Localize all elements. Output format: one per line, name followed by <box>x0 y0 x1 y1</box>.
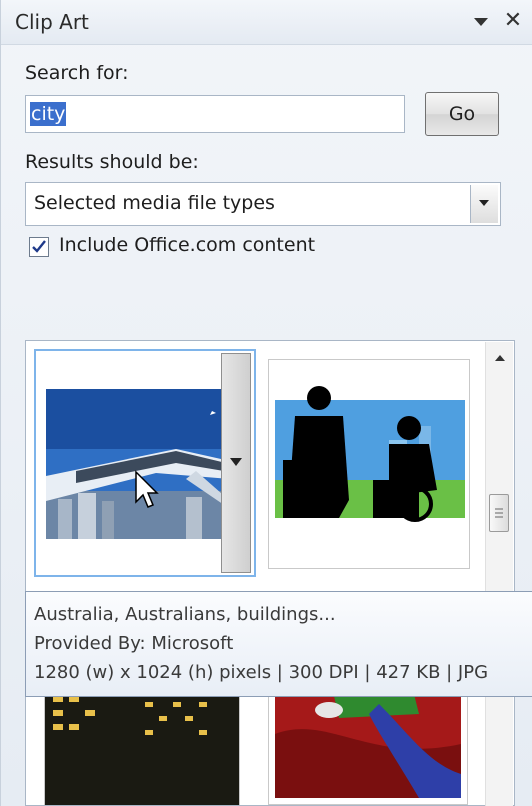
clip-info-tooltip: Australia, Australians, buildings... Pro… <box>25 591 532 697</box>
clip-item-business-silhouettes[interactable] <box>268 359 470 569</box>
close-icon[interactable]: ✕ <box>501 8 525 34</box>
tooltip-provider: Provided By: Microsoft <box>34 633 234 654</box>
tooltip-file-details: 1280 (w) x 1024 (h) pixels | 300 DPI | 4… <box>34 662 489 683</box>
pane-title-bar: Clip Art ✕ <box>1 0 532 45</box>
clip-art-pane: Clip Art ✕ Search for: city Go Results s… <box>0 0 532 806</box>
results-scrollbar[interactable] <box>485 342 513 806</box>
chevron-down-icon[interactable] <box>470 185 498 223</box>
checkmark-icon <box>32 240 46 253</box>
chevron-down-icon <box>230 458 242 466</box>
include-office-checkbox[interactable] <box>29 237 49 257</box>
business-silhouettes-image <box>275 386 465 522</box>
pane-options-icon[interactable] <box>471 12 491 32</box>
pane-title: Clip Art <box>15 10 89 34</box>
include-office-label[interactable]: Include Office.com content <box>59 234 315 256</box>
clip-results-list <box>25 340 515 806</box>
grip-icon <box>495 508 503 518</box>
tooltip-keywords: Australia, Australians, buildings... <box>34 604 336 625</box>
clip-item-dropdown-button[interactable] <box>221 353 251 573</box>
search-input-value: city <box>30 102 67 126</box>
search-input[interactable]: city <box>25 95 405 133</box>
go-button[interactable]: Go <box>425 92 499 136</box>
scroll-up-arrow-icon[interactable] <box>486 348 514 368</box>
media-type-selected-value: Selected media file types <box>34 192 275 214</box>
results-filter-label: Results should be: <box>25 151 199 173</box>
search-label: Search for: <box>25 62 129 84</box>
scroll-thumb[interactable] <box>489 494 509 532</box>
mouse-pointer-icon <box>135 470 159 508</box>
media-type-select[interactable]: Selected media file types <box>25 182 501 226</box>
